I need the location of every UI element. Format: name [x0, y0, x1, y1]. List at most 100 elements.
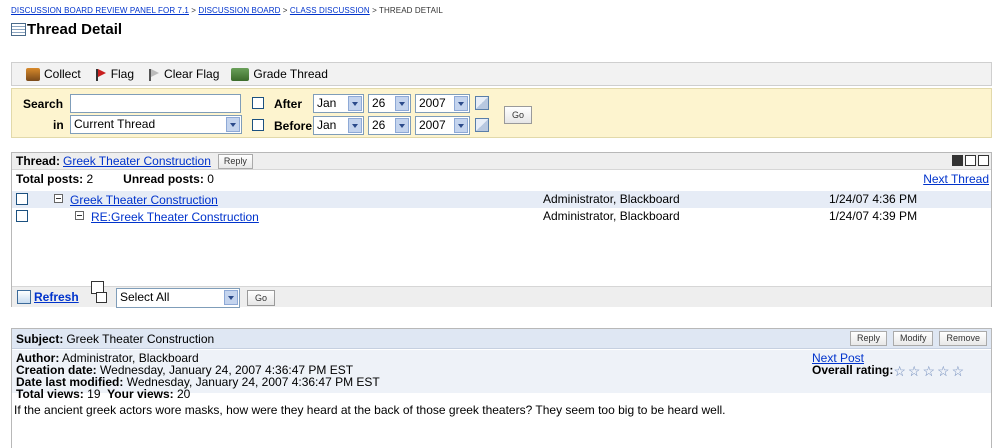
list-item[interactable]: RE:Greek Theater Construction Administra…	[12, 208, 991, 225]
flag-button[interactable]: Flag	[93, 67, 134, 81]
before-day-value: 26	[372, 118, 386, 132]
breadcrumb-link-discussion-board[interactable]: DISCUSSION BOARD	[198, 6, 280, 15]
clear-flag-icon	[146, 68, 160, 81]
after-label: After	[274, 97, 303, 111]
collect-button[interactable]: Collect	[26, 67, 81, 81]
chevron-down-icon	[454, 96, 468, 111]
post-remove-button[interactable]: Remove	[939, 331, 987, 346]
grade-thread-button[interactable]: Grade Thread	[231, 67, 328, 81]
search-scope-value: Current Thread	[74, 117, 156, 131]
after-day-select[interactable]: 26	[368, 94, 411, 113]
thread-footer: Refresh Select All Go	[12, 281, 991, 308]
next-thread-link[interactable]: Next Thread	[923, 172, 989, 186]
total-views-value: 19	[87, 387, 101, 401]
panel-controls	[952, 155, 989, 166]
after-month-value: Jan	[317, 96, 337, 110]
collect-label: Collect	[44, 67, 81, 81]
post-body: If the ancient greek actors wore masks, …	[14, 403, 726, 417]
maximize-icon[interactable]	[978, 155, 989, 166]
refresh-icon[interactable]	[17, 290, 31, 304]
post-subject-link[interactable]: Greek Theater Construction	[70, 193, 218, 207]
before-month-value: Jan	[317, 118, 337, 132]
collapse-icon[interactable]	[75, 211, 84, 220]
select-toggle-icon-back	[96, 292, 107, 303]
breadcrumb-separator: >	[372, 6, 377, 15]
total-posts-value: 2	[86, 172, 94, 186]
calendar-icon[interactable]	[475, 96, 489, 110]
thread-header: Thread: Greek Theater Construction Reply	[12, 153, 991, 170]
thread-reply-button[interactable]: Reply	[217, 153, 253, 169]
breadcrumb-separator: >	[191, 6, 197, 15]
before-year-value: 2007	[419, 118, 446, 132]
chevron-down-icon	[395, 96, 409, 111]
bulk-go-button[interactable]: Go	[247, 290, 276, 306]
after-month-select[interactable]: Jan	[313, 94, 364, 113]
subject-value: Greek Theater Construction	[66, 331, 215, 346]
post-reply-button[interactable]: Reply	[849, 331, 887, 346]
star-icon[interactable]: ☆	[952, 364, 965, 378]
unread-posts-label: Unread posts:	[123, 172, 204, 186]
search-in-label: in	[53, 118, 64, 132]
download-icon[interactable]	[952, 155, 963, 166]
grade-icon	[231, 67, 250, 81]
breadcrumb-link-class-discussion[interactable]: CLASS DISCUSSION	[290, 6, 370, 15]
clear-flag-button[interactable]: Clear Flag	[146, 67, 219, 81]
search-go-button[interactable]: Go	[504, 106, 533, 124]
star-icon[interactable]: ☆	[893, 364, 906, 378]
page-title-text: Thread Detail	[27, 21, 123, 38]
total-posts-label: Total posts:	[16, 172, 84, 186]
chevron-down-icon	[395, 118, 409, 133]
views-line: Total views: 19 Your views: 20	[16, 388, 991, 400]
flag-label: Flag	[110, 67, 135, 81]
list-item[interactable]: Greek Theater Construction Administrator…	[12, 191, 991, 208]
before-day-select[interactable]: 26	[368, 116, 411, 135]
after-checkbox[interactable]	[252, 97, 264, 109]
your-views-value: 20	[176, 387, 191, 401]
post-date: 1/24/07 4:36 PM	[829, 192, 918, 206]
bulk-action-select[interactable]: Select All	[116, 288, 240, 308]
breadcrumb: DISCUSSION BOARD REVIEW PANEL FOR 7.1 > …	[11, 6, 443, 15]
before-year-select[interactable]: 2007	[415, 116, 470, 135]
search-scope-select[interactable]: Current Thread	[70, 115, 242, 134]
your-views-label: Your views:	[107, 387, 174, 401]
thread-label: Thread:	[16, 154, 61, 168]
post-subject-link[interactable]: RE:Greek Theater Construction	[91, 210, 259, 224]
calendar-icon[interactable]	[475, 118, 489, 132]
row-checkbox[interactable]	[16, 210, 28, 222]
breadcrumb-link-review-panel[interactable]: DISCUSSION BOARD REVIEW PANEL FOR 7.1	[11, 6, 189, 15]
minimize-icon[interactable]	[965, 155, 976, 166]
subject-label: Subject:	[16, 331, 64, 346]
rating-stars[interactable]: ☆ ☆ ☆ ☆ ☆	[893, 364, 965, 378]
before-checkbox[interactable]	[252, 119, 264, 131]
grade-thread-label: Grade Thread	[253, 67, 328, 81]
thread-panel: Thread: Greek Theater Construction Reply…	[11, 152, 992, 308]
after-year-select[interactable]: 2007	[415, 94, 470, 113]
clear-flag-label: Clear Flag	[164, 67, 220, 81]
post-actions: Reply Modify Remove	[849, 331, 987, 346]
rating-block: Next Post Overall rating: ☆ ☆ ☆ ☆ ☆	[812, 352, 965, 378]
post-author: Administrator, Blackboard	[543, 209, 680, 223]
search-label: Search	[23, 97, 64, 111]
collapse-icon[interactable]	[54, 194, 63, 203]
refresh-link[interactable]: Refresh	[34, 290, 79, 304]
post-subject-header: Subject: Greek Theater Construction	[12, 329, 991, 349]
post-detail-panel: Subject: Greek Theater Construction Repl…	[11, 328, 992, 448]
search-input[interactable]	[70, 94, 241, 113]
star-icon[interactable]: ☆	[908, 364, 921, 378]
flag-icon	[93, 68, 107, 81]
breadcrumb-current: THREAD DETAIL	[379, 6, 443, 15]
collect-icon	[26, 67, 40, 81]
thread-title-link[interactable]: Greek Theater Construction	[63, 154, 211, 168]
after-day-value: 26	[372, 96, 386, 110]
total-views-label: Total views:	[16, 387, 84, 401]
star-icon[interactable]: ☆	[922, 364, 935, 378]
before-month-select[interactable]: Jan	[313, 116, 364, 135]
post-modify-button[interactable]: Modify	[892, 331, 934, 346]
unread-posts-value: 0	[207, 172, 214, 186]
search-panel: Search in Current Thread After Jan 26 20…	[11, 88, 992, 138]
star-icon[interactable]: ☆	[937, 364, 950, 378]
post-counts: Total posts: 2 Unread posts: 0	[16, 172, 214, 186]
row-checkbox[interactable]	[16, 193, 28, 205]
chevron-down-icon	[454, 118, 468, 133]
chevron-down-icon	[348, 96, 362, 111]
